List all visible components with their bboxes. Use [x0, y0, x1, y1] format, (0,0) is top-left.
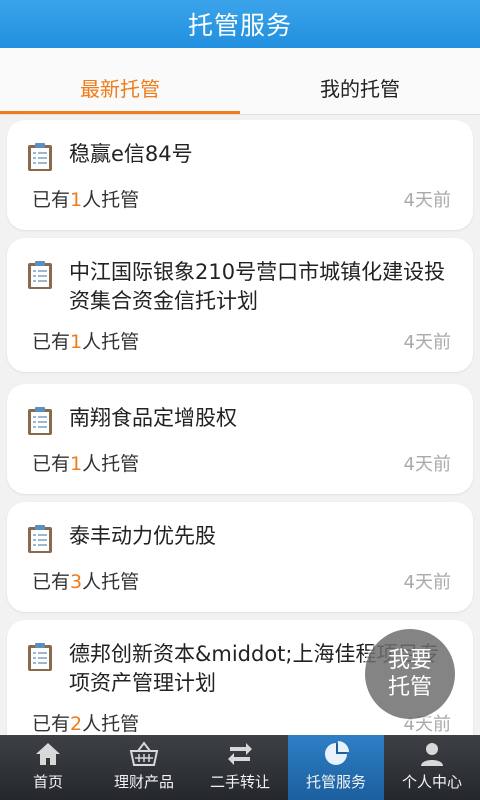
request-custody-button[interactable]: 我要 托管 [365, 629, 455, 719]
custody-count: 已有2人托管 [32, 713, 140, 735]
clipboard-icon [28, 143, 52, 171]
clipboard-icon [28, 643, 52, 671]
tab-bar: 最新托管 我的托管 [0, 48, 480, 115]
transfer-icon [228, 743, 252, 765]
fab-label-line2: 托管 [387, 675, 432, 700]
nav-profile[interactable]: 个人中心 [384, 735, 480, 800]
custody-card[interactable]: 泰丰动力优先股 已有3人托管 4天前 [7, 502, 473, 612]
custody-card[interactable]: 南翔食品定增股权 已有1人托管 4天前 [7, 384, 473, 494]
nav-label: 首页 [32, 773, 63, 791]
nav-transfer[interactable]: 二手转让 [192, 735, 288, 800]
card-time: 4天前 [403, 332, 451, 353]
custody-card[interactable]: 稳赢e信84号 已有1人托管 4天前 [7, 120, 473, 230]
card-title: 稳赢e信84号 [69, 142, 193, 166]
card-time: 4天前 [403, 572, 451, 593]
nav-label: 个人中心 [401, 773, 462, 791]
pie-chart-icon [325, 741, 349, 765]
card-time: 4天前 [403, 454, 451, 475]
app-header: 托管服务 [0, 0, 480, 48]
custody-count: 已有1人托管 [32, 189, 140, 211]
nav-label: 托管服务 [305, 773, 366, 791]
clipboard-icon [28, 261, 52, 289]
page-title: 托管服务 [187, 11, 292, 40]
tab-mine[interactable]: 我的托管 [240, 48, 480, 114]
card-title: 泰丰动力优先股 [69, 524, 216, 548]
nav-custody[interactable]: 托管服务 [288, 735, 384, 800]
nav-home[interactable]: 首页 [0, 735, 96, 800]
nav-products[interactable]: 理财产品 [96, 735, 192, 800]
bottom-nav: 首页 理财产品 二手转让 托管服务 个人中心 [0, 735, 480, 800]
clipboard-icon [28, 407, 52, 435]
clipboard-icon [28, 525, 52, 553]
nav-label: 理财产品 [113, 773, 174, 791]
card-title: 中江国际银象210号营口市城镇化建设投资集合资金信托计划 [69, 260, 446, 313]
card-time: 4天前 [403, 190, 451, 211]
home-icon [36, 743, 60, 765]
custody-count: 已有1人托管 [32, 453, 140, 475]
user-icon [421, 743, 443, 766]
custody-count: 已有3人托管 [32, 571, 140, 593]
fab-label-line1: 我要 [387, 648, 432, 673]
custody-count: 已有1人托管 [32, 331, 140, 353]
basket-icon [129, 741, 159, 766]
card-title: 南翔食品定增股权 [69, 406, 237, 430]
tab-latest[interactable]: 最新托管 [0, 48, 240, 114]
custody-card[interactable]: 中江国际银象210号营口市城镇化建设投资集合资金信托计划 已有1人托管 4天前 [7, 238, 473, 372]
nav-label: 二手转让 [209, 773, 270, 791]
